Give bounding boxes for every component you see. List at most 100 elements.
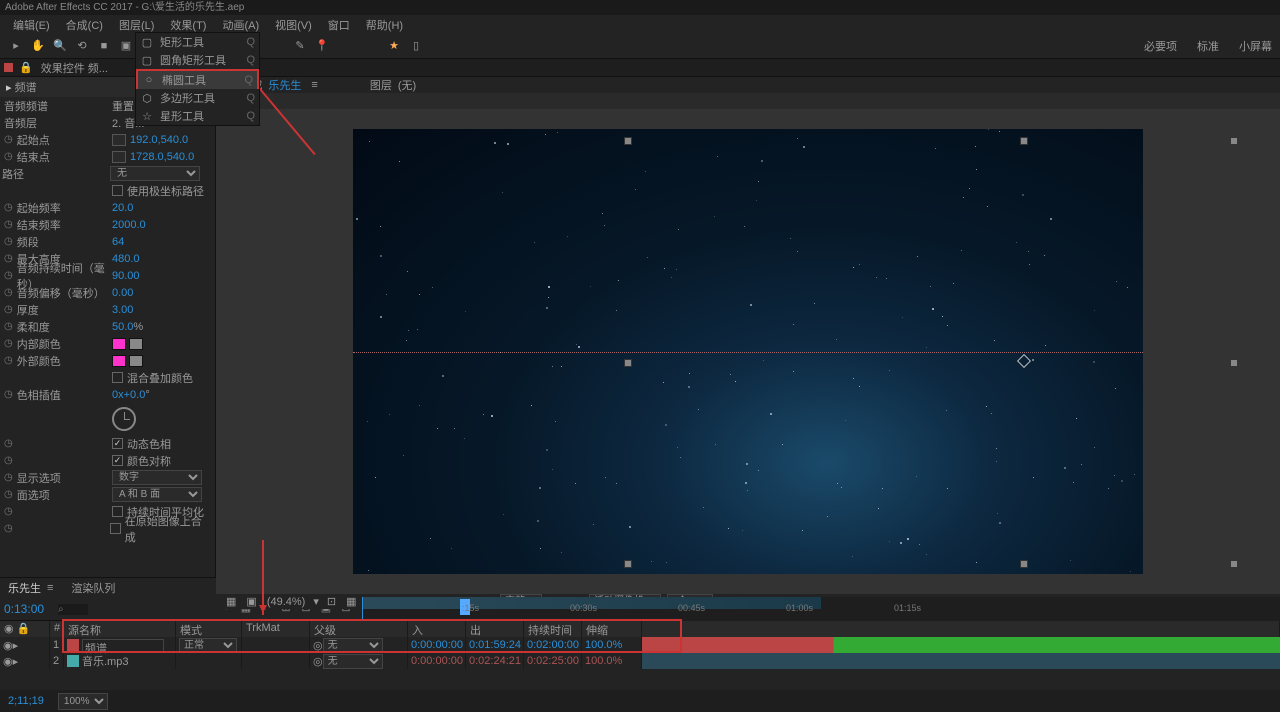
- timeline-tab-menu-icon[interactable]: ≡: [47, 582, 53, 594]
- eyedropper-icon[interactable]: [129, 355, 143, 367]
- prop-dur[interactable]: ◷音频持续时间（毫秒）90.00: [0, 267, 215, 284]
- timeline-search[interactable]: [58, 603, 218, 615]
- stopwatch-icon[interactable]: ◷: [4, 151, 13, 162]
- row2-str[interactable]: 100.0%: [582, 653, 642, 669]
- bbox-handle-mr[interactable]: [1230, 359, 1238, 367]
- col-out[interactable]: 出: [466, 621, 524, 637]
- menu-effect[interactable]: 效果(T): [162, 15, 214, 33]
- menu-anim[interactable]: 动画(A): [214, 15, 267, 33]
- row1-dur[interactable]: 0:02:00:00: [524, 637, 582, 653]
- pin-tool-icon[interactable]: 📍: [312, 36, 332, 56]
- path-select[interactable]: 无: [110, 166, 200, 181]
- footer-timecode[interactable]: 2;11;19: [8, 695, 44, 707]
- prop-start-freq[interactable]: ◷起始频率20.0: [0, 199, 215, 216]
- timeline-tab-comp[interactable]: 乐先生: [8, 580, 41, 596]
- bbox-handle-tc[interactable]: [1020, 137, 1028, 145]
- timeline-timecode[interactable]: 0:13:00: [0, 602, 58, 616]
- stopwatch-icon[interactable]: ◷: [4, 202, 13, 213]
- timeline-tab-render[interactable]: 渲染队列: [71, 580, 115, 596]
- prop-sym[interactable]: ◷✓颜色对称: [0, 452, 215, 469]
- col-dur[interactable]: 持续时间: [524, 621, 582, 637]
- timeline-ruler[interactable]: :15s 00:30s 00:45s 01:00s 01:15s: [362, 597, 1280, 621]
- stopwatch-icon[interactable]: ◷: [4, 523, 13, 534]
- grid-icon[interactable]: ▦: [224, 594, 238, 609]
- prop-inner-color[interactable]: ◷内部颜色: [0, 335, 215, 352]
- layer-row-2[interactable]: ◉ ▸ 2 音乐.mp3 ◎ 无 0:00:00:00 0:02:24:21 0…: [0, 653, 1280, 669]
- display-select[interactable]: 数字: [112, 470, 202, 485]
- lock-icon[interactable]: 🔒: [19, 61, 33, 74]
- menu-layer[interactable]: 图层(L): [111, 15, 162, 33]
- bbox-handle-bl[interactable]: [624, 560, 632, 568]
- menu-edit[interactable]: 编辑(E): [5, 15, 58, 33]
- stopwatch-icon[interactable]: ◷: [4, 236, 13, 247]
- polygon-tool[interactable]: ⬡多边形工具Q: [136, 89, 259, 107]
- stopwatch-icon[interactable]: ◷: [4, 472, 13, 483]
- prop-outer-color[interactable]: ◷外部颜色: [0, 352, 215, 369]
- prop-display[interactable]: ◷显示选项数字: [0, 469, 215, 486]
- stopwatch-icon[interactable]: ◷: [4, 338, 13, 349]
- bbox-handle-ml[interactable]: [624, 359, 632, 367]
- stopwatch-icon[interactable]: ◷: [4, 506, 13, 517]
- search-input[interactable]: [58, 604, 88, 615]
- prop-dyn-hue[interactable]: ◷✓动态色相: [0, 435, 215, 452]
- prop-orig[interactable]: ◷在原始图像上合成: [0, 520, 215, 537]
- menu-window[interactable]: 窗口: [320, 15, 358, 33]
- hue-wheel-icon[interactable]: [112, 407, 136, 431]
- row1-name[interactable]: 频谱: [82, 639, 164, 652]
- col-src[interactable]: 源名称: [64, 621, 176, 637]
- outer-swatch[interactable]: [112, 355, 126, 367]
- layout-icon[interactable]: ▣: [244, 594, 258, 609]
- orig-checkbox[interactable]: [110, 523, 121, 534]
- camera-tool-icon[interactable]: ■: [94, 36, 114, 56]
- inner-swatch[interactable]: [112, 338, 126, 350]
- row1-out[interactable]: 0:01:59:24: [466, 637, 524, 653]
- menu-help[interactable]: 帮助(H): [358, 15, 411, 33]
- prop-start[interactable]: ◷起始点192.0,540.0: [0, 131, 215, 148]
- avg-checkbox[interactable]: [112, 506, 123, 517]
- bbox-handle-bc[interactable]: [1020, 560, 1028, 568]
- lock-col-icon[interactable]: 🔒: [17, 623, 31, 635]
- effect-controls-tab[interactable]: 效果控件 频...: [41, 60, 108, 76]
- stopwatch-icon[interactable]: ◷: [4, 270, 13, 281]
- row2-out[interactable]: 0:02:24:21: [466, 653, 524, 669]
- bookmark-icon[interactable]: ▯: [406, 36, 426, 56]
- sym-checkbox[interactable]: ✓: [112, 455, 123, 466]
- stopwatch-icon[interactable]: ◷: [4, 438, 13, 449]
- prop-hue[interactable]: ◷色相插值0x+0.0°: [0, 386, 215, 403]
- row2-dur[interactable]: 0:02:25:00: [524, 653, 582, 669]
- prop-path[interactable]: 路径无: [0, 165, 215, 182]
- pen-tool-icon[interactable]: ✎: [290, 36, 310, 56]
- bbox-handle-tr[interactable]: [1230, 137, 1238, 145]
- dynhue-checkbox[interactable]: ✓: [112, 438, 123, 449]
- row1-in[interactable]: 0:00:00:00: [408, 637, 466, 653]
- prop-soft[interactable]: ◷柔和度50.0%: [0, 318, 215, 335]
- prop-thick[interactable]: ◷厚度3.00: [0, 301, 215, 318]
- col-str[interactable]: 伸缩: [582, 621, 642, 637]
- prop-bands[interactable]: ◷频段64: [0, 233, 215, 250]
- stopwatch-icon[interactable]: ◷: [4, 321, 13, 332]
- row1-mode[interactable]: 正常: [179, 638, 237, 653]
- prop-end[interactable]: ◷结束点1728.0,540.0: [0, 148, 215, 165]
- prop-side[interactable]: ◷面选项A 和 B 面: [0, 486, 215, 503]
- ellipse-tool[interactable]: ○椭圆工具Q: [138, 71, 257, 89]
- row2-name[interactable]: 音乐.mp3: [82, 653, 128, 669]
- workspace-standard[interactable]: 标准: [1197, 38, 1219, 54]
- composition-viewer[interactable]: [353, 129, 1143, 574]
- col-trk[interactable]: TrkMat: [242, 621, 310, 637]
- col-in[interactable]: 入: [408, 621, 466, 637]
- zoom-tool-icon[interactable]: 🔍: [50, 36, 70, 56]
- menu-comp[interactable]: 合成(C): [58, 15, 111, 33]
- prop-polar[interactable]: 使用极坐标路径: [0, 182, 215, 199]
- blend-checkbox[interactable]: [112, 372, 123, 383]
- stopwatch-icon[interactable]: ◷: [4, 287, 13, 298]
- stopwatch-icon[interactable]: ◷: [4, 355, 13, 366]
- roundrect-tool[interactable]: ▢圆角矩形工具Q: [136, 51, 259, 69]
- prop-blend[interactable]: 混合叠加颜色: [0, 369, 215, 386]
- row2-bar[interactable]: [642, 653, 1280, 669]
- star-tool[interactable]: ☆星形工具Q: [136, 107, 259, 125]
- zoom-value[interactable]: (49.4%): [265, 595, 308, 609]
- stopwatch-icon[interactable]: ◷: [4, 489, 13, 500]
- menu-view[interactable]: 视图(V): [267, 15, 320, 33]
- eye-col-icon[interactable]: ◉: [4, 623, 14, 635]
- eyedropper-icon[interactable]: [129, 338, 143, 350]
